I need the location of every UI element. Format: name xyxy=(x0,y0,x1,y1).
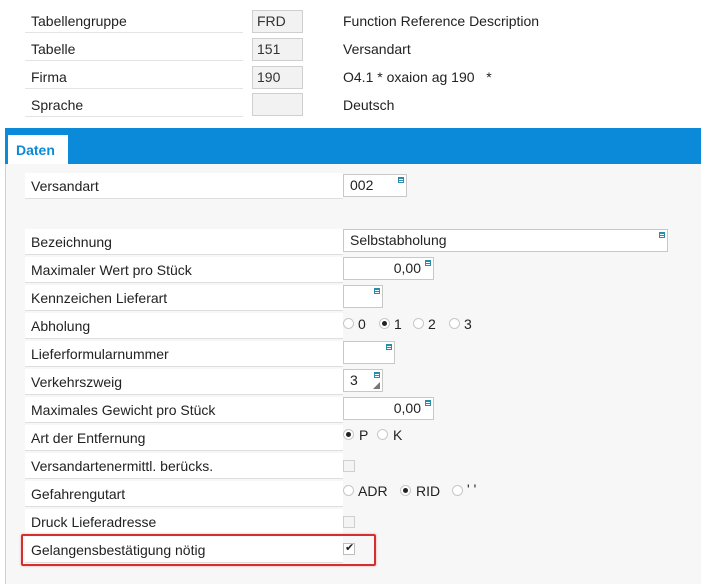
max-wert-field[interactable]: 0,00 xyxy=(343,257,434,280)
label-sprache: Sprache xyxy=(25,93,243,117)
value-help-icon[interactable] xyxy=(425,400,431,406)
versandart-value: 002 xyxy=(350,177,374,193)
tabellengruppe-field[interactable]: FRD xyxy=(252,10,303,33)
label-tabellengruppe: Tabellengruppe xyxy=(25,9,243,33)
entfernung-option-k-label: K xyxy=(393,427,403,443)
versandart-field[interactable]: 002 xyxy=(343,174,407,197)
gefahrengut-radio-blank[interactable] xyxy=(452,485,463,496)
tabelle-field[interactable]: 151 xyxy=(252,38,303,61)
label-art-der-entfernung: Art der Entfernung xyxy=(25,425,343,451)
abholung-radio-2[interactable] xyxy=(413,318,424,329)
label-druck-lieferadresse: Druck Lieferadresse xyxy=(25,509,343,535)
value-help-icon[interactable] xyxy=(386,344,392,350)
abholung-option-0-label: 0 xyxy=(358,316,366,332)
max-gewicht-field[interactable]: 0,00 xyxy=(343,397,434,420)
label-versandartenermittl: Versandartenermittl. berücks. xyxy=(25,453,343,479)
tab-daten[interactable]: Daten xyxy=(8,132,68,164)
label-max-gewicht: Maximales Gewicht pro Stück xyxy=(25,397,343,423)
gefahrengut-radio-rid[interactable] xyxy=(400,485,411,496)
dropdown-corner-icon[interactable] xyxy=(373,382,380,389)
verkehrszweig-field[interactable]: 3 xyxy=(343,369,383,392)
druck-lieferadresse-checkbox[interactable] xyxy=(343,516,355,528)
versandartenermittl-checkbox[interactable] xyxy=(343,460,355,472)
label-versandart: Versandart xyxy=(25,173,343,199)
highlight-box xyxy=(21,534,376,566)
lieferformularnummer-field[interactable] xyxy=(343,341,395,364)
label-firma: Firma xyxy=(25,65,243,89)
entfernung-radio-p[interactable] xyxy=(343,429,354,440)
gefahrengut-option-blank-label: ' ' xyxy=(467,481,477,497)
abholung-option-3-label: 3 xyxy=(464,316,472,332)
bezeichnung-field[interactable]: Selbstabholung xyxy=(343,229,668,252)
value-help-icon[interactable] xyxy=(425,260,431,266)
entfernung-option-p-label: P xyxy=(359,427,369,443)
gefahrengut-option-adr-label: ADR xyxy=(358,483,388,499)
firma-description: O4.1 * oxaion ag 190 * xyxy=(343,69,492,85)
sprache-field[interactable] xyxy=(252,93,303,116)
label-bezeichnung: Bezeichnung xyxy=(25,229,343,255)
value-help-icon[interactable] xyxy=(398,177,404,183)
abholung-radio-1[interactable] xyxy=(379,318,390,329)
value-help-icon[interactable] xyxy=(374,372,380,378)
sprache-description: Deutsch xyxy=(343,97,395,113)
entfernung-radio-k[interactable] xyxy=(377,429,388,440)
abholung-option-2-label: 2 xyxy=(428,316,436,332)
tabelle-description: Versandart xyxy=(343,41,411,57)
label-verkehrszweig: Verkehrszweig xyxy=(25,369,343,395)
gefahrengut-option-rid-label: RID xyxy=(416,483,441,499)
abholung-radio-0[interactable] xyxy=(343,318,354,329)
tabellengruppe-description: Function Reference Description xyxy=(343,13,540,29)
max-wert-value: 0,00 xyxy=(393,260,421,276)
firma-field[interactable]: 190 xyxy=(252,66,303,89)
bezeichnung-value: Selbstabholung xyxy=(350,232,447,248)
tab-bar xyxy=(5,128,701,164)
label-gefahrengutart: Gefahrengutart xyxy=(25,481,343,507)
value-help-icon[interactable] xyxy=(659,232,665,238)
abholung-option-1-label: 1 xyxy=(394,316,402,332)
label-kennzeichen-lieferart: Kennzeichen Lieferart xyxy=(25,285,343,311)
label-lieferformularnummer: Lieferformularnummer xyxy=(25,341,343,367)
gefahrengut-radio-adr[interactable] xyxy=(343,485,354,496)
label-abholung: Abholung xyxy=(25,313,343,339)
max-gewicht-value: 0,00 xyxy=(393,400,421,416)
abholung-radio-3[interactable] xyxy=(449,318,460,329)
label-tabelle: Tabelle xyxy=(25,37,243,61)
verkehrszweig-value: 3 xyxy=(350,372,358,388)
kennzeichen-lieferart-field[interactable] xyxy=(343,285,383,308)
value-help-icon[interactable] xyxy=(374,288,380,294)
label-max-wert: Maximaler Wert pro Stück xyxy=(25,257,343,283)
